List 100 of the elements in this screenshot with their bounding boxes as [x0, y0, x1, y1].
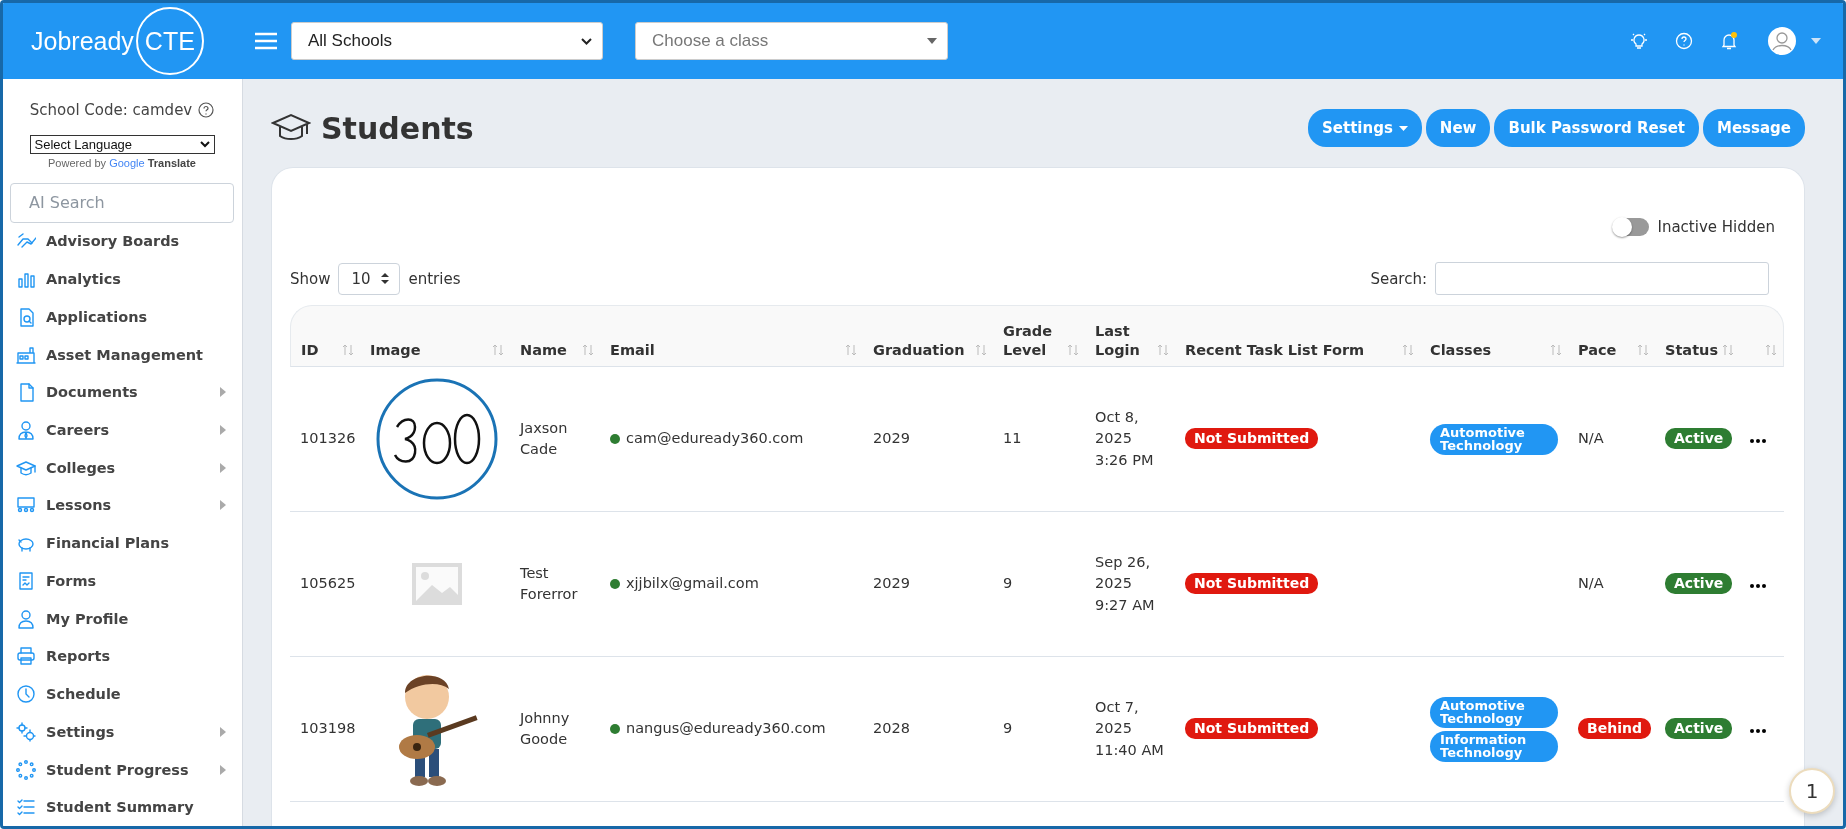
table-cell: Jaxson Cade: [520, 420, 568, 457]
table-cell: Oct 7, 2025 11:40 AM: [1095, 699, 1164, 758]
sort-icon[interactable]: [1722, 344, 1735, 356]
spinner-icon: [16, 759, 36, 780]
table-cell: Johnny Goode: [520, 710, 570, 747]
column-header[interactable]: Image: [360, 305, 510, 367]
image-placeholder-icon: [412, 563, 462, 605]
search-field[interactable]: [1435, 262, 1769, 295]
sidebar-item[interactable]: Reports: [10, 637, 234, 676]
chevron-right-icon: [220, 387, 226, 398]
sidebar-item[interactable]: Applications: [10, 298, 234, 336]
printer-icon: [16, 646, 36, 667]
table-cell: 101326: [300, 430, 356, 447]
sort-icon[interactable]: [1067, 344, 1079, 356]
status-badge: Active: [1665, 573, 1733, 594]
sort-icon[interactable]: [1550, 344, 1562, 356]
column-header[interactable]: Email: [600, 305, 863, 367]
sidebar-item[interactable]: Lessons: [10, 486, 234, 525]
column-header[interactable]: Graduation: [863, 305, 993, 367]
checklist-icon: [16, 797, 36, 818]
sidebar-item[interactable]: Forms: [10, 562, 234, 600]
pace-badge: Behind: [1578, 718, 1651, 739]
notification-bell-icon[interactable]: [1719, 31, 1739, 51]
column-header[interactable]: Name: [510, 305, 600, 367]
table-cell-text: cam@eduready360.com: [626, 429, 804, 449]
column-header[interactable]: ID: [290, 305, 360, 367]
sidebar-item[interactable]: Student Summary: [10, 788, 234, 826]
more-icon[interactable]: [1750, 584, 1766, 589]
menu-icon[interactable]: [255, 32, 277, 50]
class-tag: Automotive Technology: [1430, 423, 1558, 455]
table-cell-text: nangus@eduready360.com: [626, 719, 826, 739]
caret-icon: [927, 38, 937, 44]
entries-select[interactable]: 10: [338, 262, 401, 295]
table-cell: N/A: [1578, 575, 1604, 592]
sort-icon[interactable]: [1157, 344, 1169, 356]
status-badge: Not Submitted: [1185, 718, 1319, 739]
person-icon: [16, 420, 36, 441]
status-badge: Active: [1665, 718, 1733, 739]
sidebar-item[interactable]: Colleges: [10, 448, 234, 487]
column-header[interactable]: Grade Level: [993, 305, 1085, 367]
caret-icon: [1398, 125, 1408, 131]
sidebar-item[interactable]: Financial Plans: [10, 524, 234, 563]
clock-icon: [16, 684, 36, 705]
table-cell: Sep 26, 2025 9:27 AM: [1095, 554, 1155, 613]
sort-icon[interactable]: [342, 344, 354, 356]
column-header[interactable]: Pace: [1568, 305, 1655, 367]
chevron-right-icon: [220, 500, 226, 511]
sidebar-item[interactable]: Advisory Boards: [10, 222, 234, 261]
building-icon: [16, 344, 36, 365]
table-cell: 2029: [873, 430, 910, 447]
table-cell: 2028: [873, 720, 910, 737]
sort-icon[interactable]: [1402, 344, 1414, 356]
sidebar-item[interactable]: Student Progress: [10, 750, 234, 789]
chevron-right-icon: [220, 764, 226, 775]
table-cell: 105625: [300, 575, 356, 592]
more-icon[interactable]: [1750, 729, 1766, 734]
column-header[interactable]: Recent Task List Form: [1175, 305, 1420, 367]
sidebar-item[interactable]: My Profile: [10, 599, 234, 638]
sort-icon[interactable]: [975, 344, 987, 356]
lightbulb-icon[interactable]: [1629, 31, 1649, 51]
sort-icon[interactable]: [1637, 344, 1649, 356]
chevron-right-icon: [220, 726, 226, 737]
sidebar-item[interactable]: Analytics: [10, 260, 234, 299]
sort-icon[interactable]: [1765, 344, 1777, 356]
column-header[interactable]: Last Login: [1085, 305, 1175, 367]
sort-icon[interactable]: [845, 344, 857, 356]
class-select[interactable]: Choose a class: [635, 22, 948, 60]
toggle-label: Inactive Hidden: [1657, 218, 1775, 236]
more-icon[interactable]: [1750, 439, 1766, 444]
table-cell: Oct 8, 2025 3:26 PM: [1095, 409, 1154, 468]
table-cell: 9: [1003, 720, 1013, 737]
sidebar-item[interactable]: Schedule: [10, 675, 234, 713]
sort-icon[interactable]: [582, 344, 594, 356]
chevron-right-icon: [220, 425, 226, 436]
sidebar-item[interactable]: Asset Management: [10, 335, 234, 374]
column-header[interactable]: Classes: [1420, 305, 1568, 367]
user-icon: [16, 608, 36, 629]
chevron-right-icon: [220, 462, 226, 473]
school-select[interactable]: All Schools: [291, 22, 603, 60]
settings-icon: [16, 721, 36, 742]
language-select[interactable]: Select Language: [29, 135, 215, 154]
column-header[interactable]: Status: [1655, 305, 1740, 367]
up-down-icon: [381, 273, 390, 284]
school-code: School Code: camdev: [29, 101, 193, 119]
help-icon[interactable]: [198, 102, 215, 118]
table-cell: 9: [1003, 575, 1013, 592]
form-icon: [16, 570, 36, 591]
sidebar-item[interactable]: Settings: [10, 712, 234, 751]
sort-icon[interactable]: [492, 344, 504, 356]
powered-by-text: Powered by Google Translate: [47, 156, 197, 169]
class-tag: Automotive Technology: [1430, 696, 1558, 728]
entries-label: entries: [408, 269, 461, 288]
search-label: Search:: [1370, 269, 1427, 288]
sidebar-item[interactable]: Careers: [10, 411, 234, 449]
show-label: Show: [290, 269, 331, 288]
table-cell: Test Forerror: [520, 565, 578, 602]
floating-count-badge[interactable]: 1: [1789, 768, 1835, 814]
avatar-icon[interactable]: [1767, 26, 1797, 56]
sidebar-item[interactable]: Documents: [10, 373, 234, 412]
table-cell: N/A: [1578, 430, 1604, 447]
